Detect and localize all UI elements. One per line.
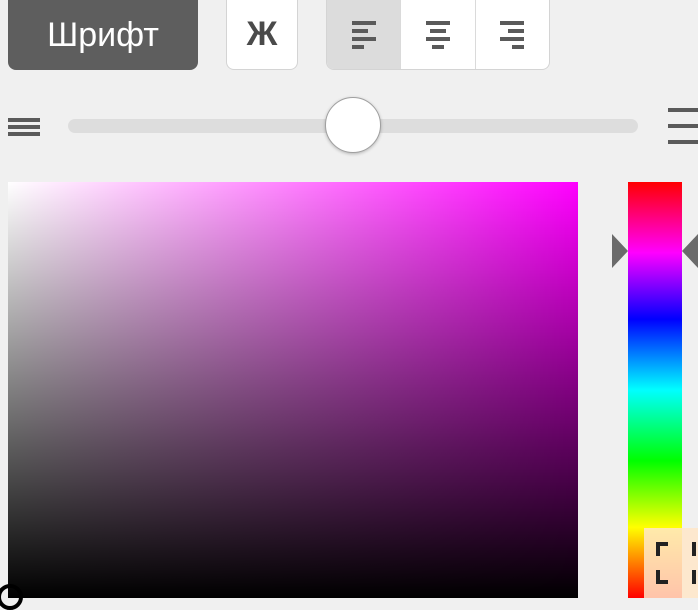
font-button[interactable]: Шрифт [8,0,198,70]
hue-left-arrow-icon[interactable] [612,234,628,268]
align-left-icon [351,20,376,49]
bold-button[interactable]: Ж [226,0,298,70]
expand-handle[interactable] [644,528,698,598]
expand-icon [656,542,696,584]
align-left-button[interactable] [327,0,402,69]
hue-right-arrow-icon[interactable] [682,234,698,268]
lines-large-icon [668,108,698,144]
align-right-button[interactable] [476,0,549,69]
align-right-icon [500,20,525,49]
saturation-brightness-picker[interactable] [8,182,578,598]
align-center-icon [425,20,450,49]
lines-small-icon [8,118,40,136]
size-slider-thumb[interactable] [325,97,381,153]
color-picker-cursor[interactable] [0,584,23,610]
align-center-button[interactable] [401,0,476,69]
alignment-group [326,0,550,70]
brightness-gradient [8,182,578,598]
